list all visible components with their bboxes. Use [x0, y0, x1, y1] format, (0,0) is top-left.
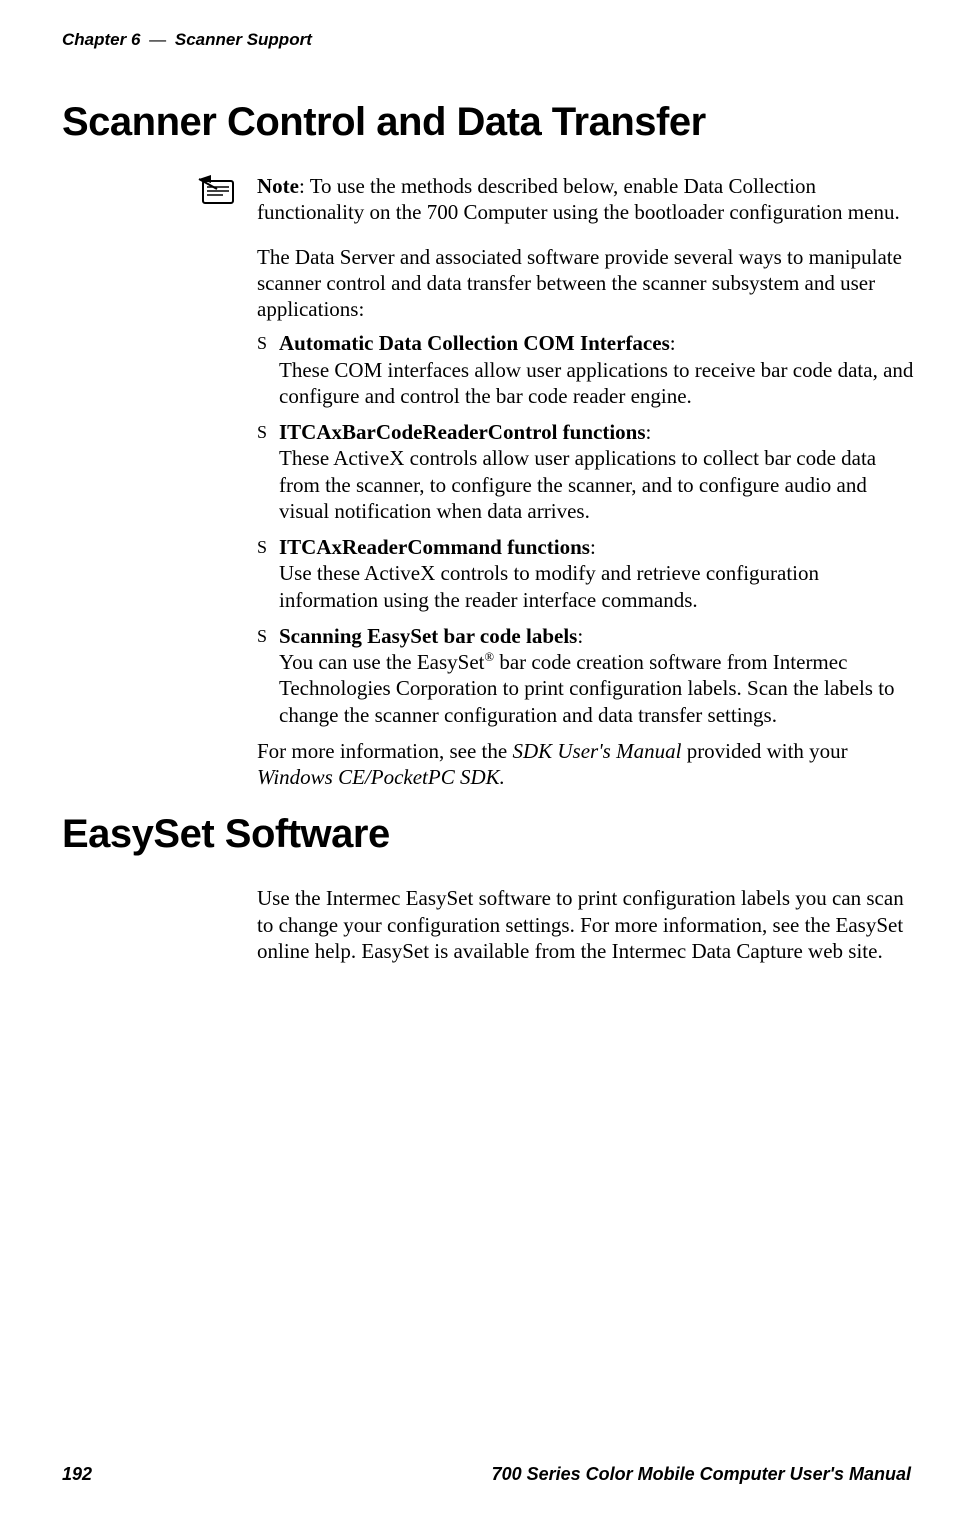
registered-mark: ®	[485, 650, 495, 664]
running-header: Chapter 6 — Scanner Support	[62, 30, 911, 50]
list-item: ITCAxBarCodeReaderControl functions: The…	[257, 419, 917, 524]
section-heading-easyset: EasySet Software	[62, 812, 911, 857]
list-item: Automatic Data Collection COM Interfaces…	[257, 330, 917, 409]
feature-title: Scanning EasySet bar code labels	[279, 624, 577, 648]
intro-paragraph: The Data Server and associated software …	[257, 244, 917, 323]
page-number: 192	[62, 1464, 92, 1485]
section-heading-scanner-control: Scanner Control and Data Transfer	[62, 100, 911, 145]
note-text: : To use the methods described below, en…	[257, 174, 900, 224]
colon: :	[670, 331, 676, 355]
feature-title: ITCAxBarCodeReaderControl functions	[279, 420, 646, 444]
feature-title: ITCAxReaderCommand functions	[279, 535, 590, 559]
header-dash: —	[149, 30, 166, 49]
colon: :	[577, 624, 583, 648]
content-column: Note: To use the methods described below…	[257, 173, 917, 790]
feature-body: These ActiveX controls allow user applic…	[279, 446, 876, 523]
list-item: ITCAxReaderCommand functions: Use these …	[257, 534, 917, 613]
easyset-paragraph: Use the Intermec EasySet software to pri…	[257, 885, 917, 964]
feature-body: These COM interfaces allow user applicat…	[279, 358, 913, 408]
feature-list: Automatic Data Collection COM Interfaces…	[257, 330, 917, 728]
closing-mid: provided with your	[681, 739, 847, 763]
note-paragraph: Note: To use the methods described below…	[257, 173, 917, 226]
closing-pre: For more information, see the	[257, 739, 512, 763]
feature-body: Use these ActiveX controls to modify and…	[279, 561, 819, 611]
colon: :	[590, 535, 596, 559]
chapter-title: Scanner Support	[175, 30, 312, 49]
manual-title: 700 Series Color Mobile Computer User's …	[492, 1464, 911, 1485]
feature-title: Automatic Data Collection COM Interfaces	[279, 331, 670, 355]
note-label: Note	[257, 174, 299, 198]
note-icon	[197, 173, 241, 207]
content-column-easyset: Use the Intermec EasySet software to pri…	[257, 885, 917, 964]
page-footer: 192 700 Series Color Mobile Computer Use…	[62, 1464, 911, 1485]
feature-body-pre: You can use the EasySet	[279, 650, 485, 674]
closing-paragraph: For more information, see the SDK User's…	[257, 738, 917, 791]
list-item: Scanning EasySet bar code labels: You ca…	[257, 623, 917, 728]
note-block: Note: To use the methods described below…	[257, 173, 917, 226]
page: Chapter 6 — Scanner Support Scanner Cont…	[0, 0, 973, 1519]
closing-italic-1: SDK User's Manual	[512, 739, 681, 763]
closing-italic-2: Windows CE/PocketPC SDK.	[257, 765, 505, 789]
chapter-number: Chapter 6	[62, 30, 140, 49]
colon: :	[646, 420, 652, 444]
